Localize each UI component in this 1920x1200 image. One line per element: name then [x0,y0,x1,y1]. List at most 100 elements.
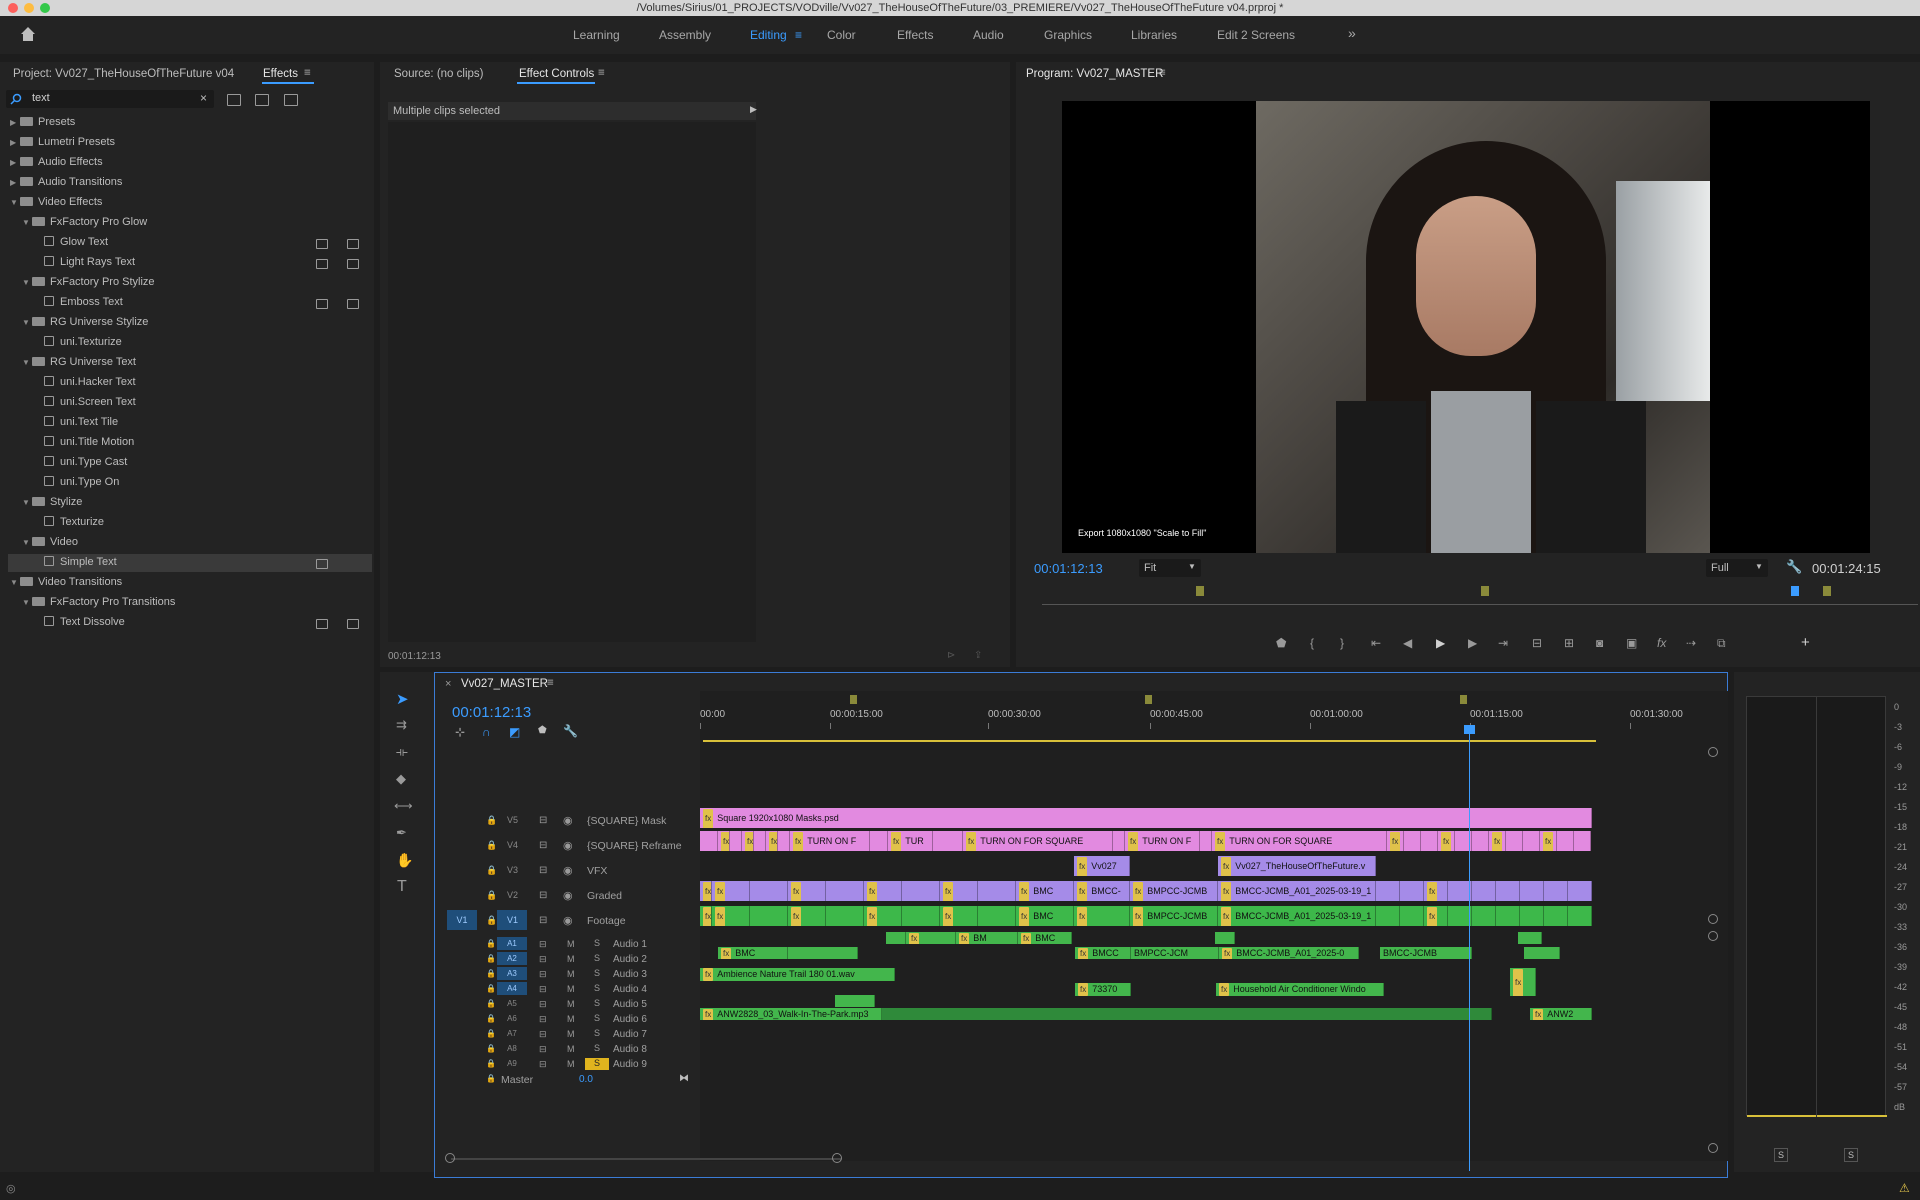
timeline-clip[interactable] [1544,906,1568,926]
timeline-clip[interactable]: fx TURN ON F [1125,831,1200,851]
accelerated-effects-filter-icon[interactable] [227,94,241,106]
track-id-a5[interactable]: A5 [497,997,527,1010]
tree-item-folder[interactable]: ▶ Audio Transitions [10,176,122,188]
timeline-clip[interactable] [1404,831,1421,851]
audio-scroll-bottom[interactable] [1708,1143,1718,1153]
sync-lock-icon[interactable]: ⊟ [539,984,547,995]
track-id-v4[interactable]: V4 [507,840,518,850]
timeline-clip[interactable]: fx [864,881,902,901]
sync-lock-icon[interactable]: ⊟ [539,1059,547,1070]
timeline-clip[interactable]: fx BMC [718,947,788,959]
track-id-a8[interactable]: A8 [497,1042,527,1055]
program-scrubber[interactable] [1036,582,1918,612]
disclosure-triangle-icon[interactable]: ▼ [10,198,20,207]
effects-search-box[interactable]: text × [6,90,214,108]
eye-icon[interactable]: ◉ [563,864,573,877]
timeline-clip[interactable] [1472,881,1496,901]
effect-controls-menu-icon[interactable]: ≡ [598,67,605,79]
settings-wrench-icon[interactable]: 🔧 [1786,559,1802,575]
sync-lock-icon[interactable]: ⊟ [539,969,547,980]
track-id-v1[interactable]: V1 [507,915,518,925]
disclosure-triangle-icon[interactable]: ▶ [10,138,20,147]
lock-icon[interactable]: 🔒 [486,969,496,978]
eye-icon[interactable]: ◉ [563,839,573,852]
timeline-clip[interactable]: fx BMPCC-JCMB [1130,906,1218,926]
tab-source[interactable]: Source: (no clips) [394,68,483,80]
tree-item-effect[interactable]: Glow Text [34,236,108,248]
timeline-clip[interactable] [882,1008,1492,1020]
tree-item-effect[interactable]: uni.Text Tile [34,416,118,428]
sync-lock-icon[interactable]: ⊟ [539,1029,547,1040]
mute-button[interactable]: M [567,1014,575,1024]
sync-lock-icon[interactable]: ⊟ [539,815,547,826]
timeline-clip[interactable]: fx BM [956,932,1018,944]
tree-item-folder[interactable]: ▼ RG Universe Text [22,356,136,368]
slip-tool-icon[interactable]: ⟷ [394,798,413,814]
timeline-clip[interactable] [826,906,864,926]
tab-program[interactable]: Program: Vv027_MASTER [1026,68,1163,80]
timeline-clip[interactable]: fx TURN ON FOR SQUARE [963,831,1113,851]
sync-lock-icon[interactable]: ⊟ [539,890,547,901]
disclosure-triangle-icon[interactable]: ▼ [22,358,32,367]
timeline-clip[interactable] [978,906,1016,926]
timeline-clip[interactable] [700,831,718,851]
track-id-a7[interactable]: A7 [497,1027,527,1040]
clear-search-icon[interactable]: × [200,91,207,105]
timeline-playhead[interactable] [1469,725,1470,1171]
timeline-clip[interactable] [1400,906,1424,926]
workspace-graphics[interactable]: Graphics [1044,28,1092,42]
tree-item-effect[interactable]: uni.Type On [34,476,119,488]
lock-icon[interactable]: 🔒 [486,915,497,926]
timeline-clip[interactable]: fx ANW2828_03_Walk-In-The-Park.mp3 [700,1008,882,1020]
marker[interactable] [1823,586,1831,596]
track-select-tool-icon[interactable]: ⇉ [396,717,407,733]
lock-icon[interactable]: 🔒 [486,999,496,1008]
source-patch-v1[interactable]: V1 [447,910,477,930]
track-id-a1[interactable]: A1 [497,937,527,950]
tree-item-folder[interactable]: ▶ Presets [10,116,75,128]
lock-icon[interactable]: 🔒 [486,939,496,948]
timeline-clip[interactable]: fx [766,831,778,851]
timeline-clip[interactable] [1472,906,1496,926]
master-volume-value[interactable]: 0.0 [579,1074,593,1085]
disclosure-triangle-icon[interactable]: ▶ [10,178,20,187]
workspace-menu-icon[interactable]: ≡ [795,28,802,42]
zoom-window-button[interactable] [40,3,50,13]
close-window-button[interactable] [8,3,18,13]
timeline-clip[interactable] [1400,881,1424,901]
sync-lock-icon[interactable]: ⊟ [539,954,547,965]
track-id-a4[interactable]: A4 [497,982,527,995]
lock-icon[interactable]: 🔒 [486,984,496,993]
mute-button[interactable]: M [567,1044,575,1054]
timeline-clip[interactable] [978,881,1016,901]
lock-icon[interactable]: 🔒 [486,890,497,901]
timeline-clip[interactable] [1376,906,1400,926]
timeline-clip[interactable]: fx [1387,831,1404,851]
workspace-effects[interactable]: Effects [897,28,933,42]
timeline-clip[interactable]: fx BMCC [1075,947,1131,959]
timeline-clip[interactable] [778,831,790,851]
program-menu-icon[interactable]: ≡ [1159,67,1166,79]
tree-item-effect[interactable]: uni.Screen Text [34,396,136,408]
ripple-edit-tool-icon[interactable]: ⟛ [396,744,408,760]
solo-button[interactable]: S [585,938,609,950]
timeline-clip[interactable] [1574,831,1591,851]
timeline-clip[interactable] [788,947,858,959]
lock-icon[interactable]: 🔒 [486,1029,496,1038]
tree-item-folder[interactable]: ▼ Video Transitions [10,576,122,588]
lock-icon[interactable]: 🔒 [486,840,497,851]
tree-item-effect[interactable]: Emboss Text [34,296,123,308]
scroll-handle-right[interactable] [832,1153,842,1163]
sync-lock-icon[interactable]: ⊟ [539,840,547,851]
solo-button[interactable]: S [585,1058,609,1070]
track-id-a2[interactable]: A2 [497,952,527,965]
timeline-clip[interactable]: fx [700,881,712,901]
track-id-v5[interactable]: V5 [507,815,518,825]
timeline-clip[interactable] [1376,881,1400,901]
timeline-clip[interactable] [1496,881,1520,901]
tree-item-effect[interactable]: uni.Texturize [34,336,122,348]
yuv-effects-filter-icon[interactable] [284,94,298,106]
timeline-clip[interactable]: fx Vv027_TheHouseOfTheFuture.v [1218,856,1376,876]
sync-lock-icon[interactable]: ⊟ [539,915,547,926]
timeline-clip[interactable] [750,881,788,901]
